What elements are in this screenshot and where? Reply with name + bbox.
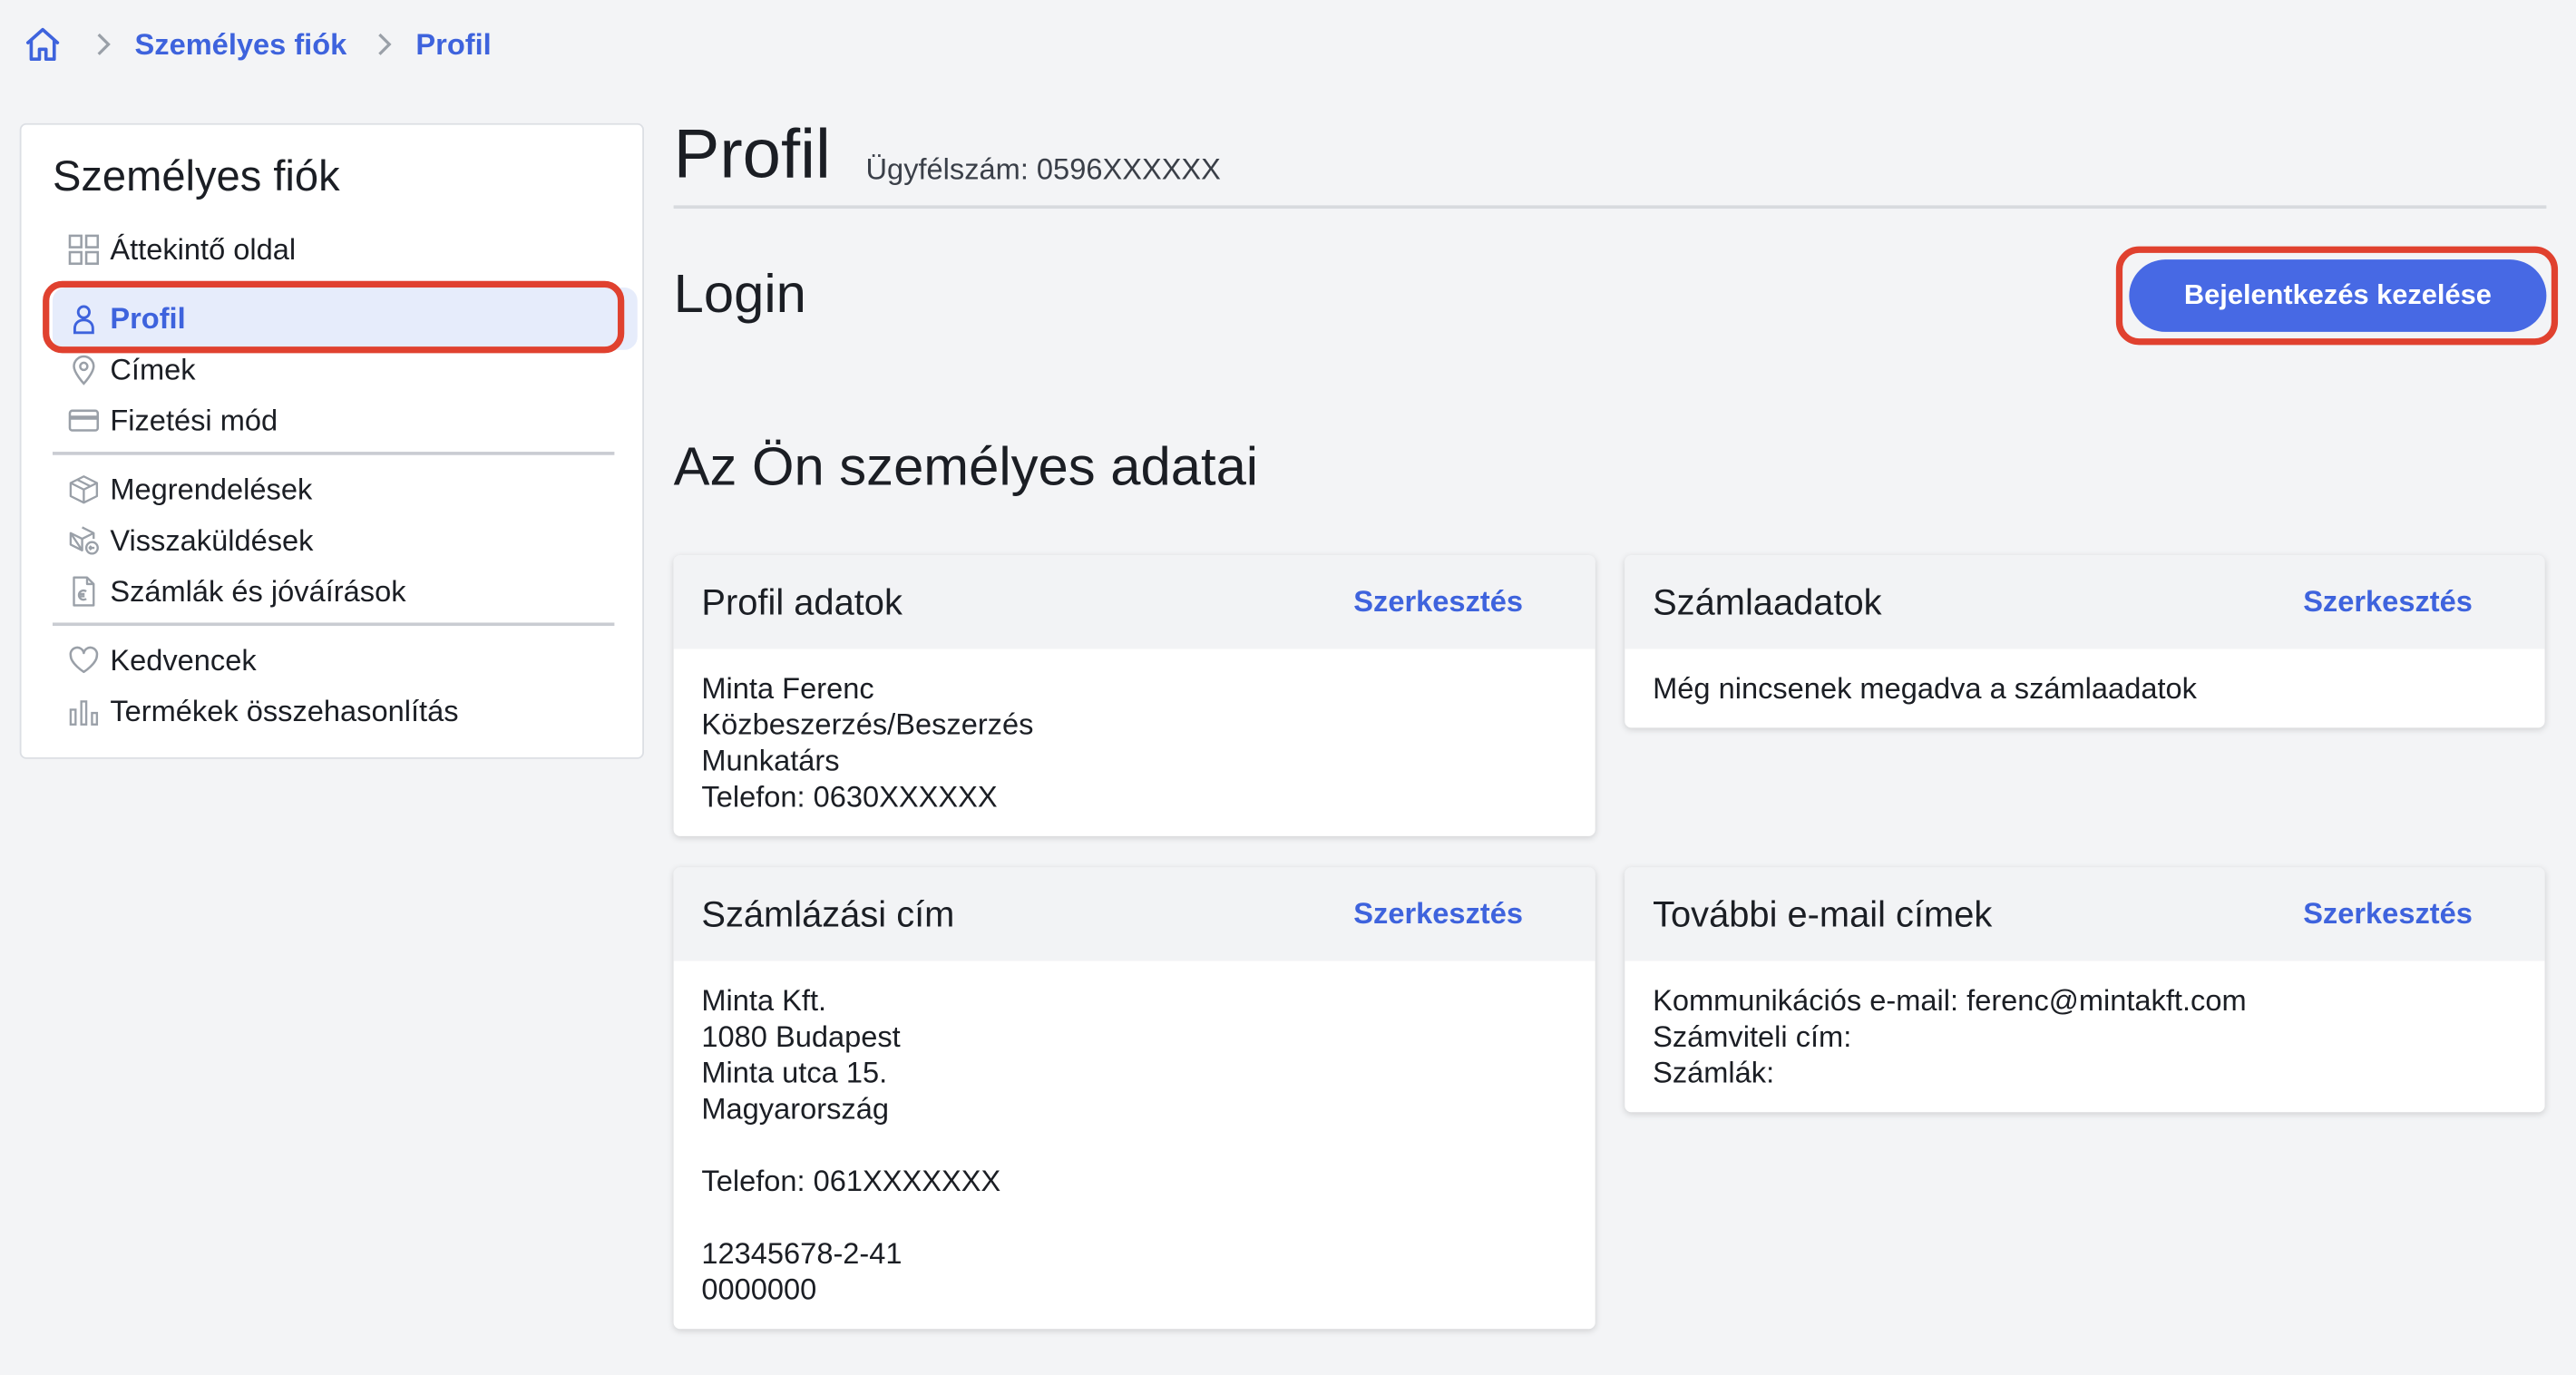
breadcrumb-item-profile[interactable]: Profil	[415, 27, 491, 62]
card-line	[701, 1199, 1567, 1235]
sidebar-item-label: Profil	[110, 301, 186, 335]
sidebar-item-favourites[interactable]: Kedvencek	[65, 639, 257, 682]
sidebar-divider	[52, 452, 615, 455]
card-body: Még nincsenek megadva a számlaadatok	[1625, 648, 2544, 723]
card-body: Minta Ferenc Közbeszerzés/Beszerzés Munk…	[674, 648, 1595, 831]
card-line: 1080 Budapest	[701, 1019, 901, 1053]
sidebar-item-addresses[interactable]: Címek	[65, 348, 196, 391]
breadcrumb-item-account[interactable]: Személyes fiók	[135, 27, 347, 62]
map-pin-icon	[65, 352, 102, 388]
customer-number: Ügyfélszám: 0596XXXXXX	[865, 152, 1221, 186]
card-line: Számviteli cím:	[1653, 1019, 1852, 1053]
sidebar-item-label: Termékek összehasonlítás	[110, 694, 459, 727]
card-line: Telefon: 0630XXXXXX	[701, 780, 998, 814]
card-line: Minta Kft.	[701, 983, 827, 1018]
credit-card-icon	[65, 403, 102, 439]
card-line: 12345678-2-41	[701, 1236, 903, 1271]
sidebar-item-compare[interactable]: Termékek összehasonlítás	[65, 690, 459, 733]
card-header: Profil adatok Szerkesztés	[673, 555, 1595, 649]
page-title: Profil	[673, 114, 831, 192]
additional-emails-card: További e-mail címek Szerkesztés Kommuni…	[1625, 867, 2545, 1113]
sidebar-divider	[52, 622, 615, 627]
sidebar-item-label: Fizetési mód	[110, 403, 278, 436]
heart-icon	[65, 642, 102, 678]
card-title: Profil adatok	[701, 580, 903, 622]
bar-chart-icon	[65, 693, 102, 729]
card-line: 0000000	[701, 1273, 817, 1306]
card-header: Számlázási cím Szerkesztés	[673, 867, 1595, 961]
card-line: Munkatárs	[701, 744, 840, 777]
edit-link[interactable]: Szerkesztés	[1353, 585, 1523, 619]
section-title: Az Ön személyes adatai	[673, 434, 1259, 496]
chevron-right-icon	[89, 30, 119, 60]
card-title: Számlázási cím	[701, 892, 955, 934]
edit-link[interactable]: Szerkesztés	[2303, 897, 2473, 931]
manage-login-button[interactable]: Bejelentkezés kezelése	[2129, 259, 2547, 332]
card-header: További e-mail címek Szerkesztés	[1625, 867, 2545, 961]
sidebar-item-label: Számlák és jóváírások	[110, 574, 406, 608]
sidebar-title: Személyes fiók	[52, 151, 340, 200]
account-sidebar: Személyes fiók Áttekintő oldal Profil Cí…	[19, 122, 644, 759]
edit-link[interactable]: Szerkesztés	[1353, 897, 1523, 931]
title-divider	[673, 205, 2547, 210]
sidebar-item-invoices[interactable]: Számlák és jóváírások	[65, 570, 406, 612]
chevron-right-icon	[370, 30, 400, 60]
card-line: Számlák:	[1653, 1056, 1775, 1089]
sidebar-item-label: Visszaküldések	[110, 522, 314, 557]
breadcrumb: Személyes fiók Profil	[20, 20, 492, 69]
card-body: Kommunikációs e-mail: ferenc@mintakft.co…	[1625, 961, 2544, 1107]
card-title: További e-mail címek	[1653, 892, 1993, 934]
home-icon[interactable]	[20, 22, 66, 68]
card-line: Minta utca 15.	[701, 1056, 888, 1089]
login-title: Login	[673, 262, 806, 324]
user-icon	[65, 300, 102, 336]
sidebar-item-returns[interactable]: Visszaküldések	[65, 519, 313, 561]
box-icon	[65, 472, 102, 508]
card-line: Magyarország	[701, 1092, 889, 1126]
edit-link[interactable]: Szerkesztés	[2303, 585, 2473, 619]
grid-icon	[65, 231, 102, 268]
card-line: Kommunikációs e-mail: ferenc@mintakft.co…	[1653, 983, 2247, 1018]
card-line: Még nincsenek megadva a számlaadatok	[1653, 671, 2197, 706]
sidebar-item-label: Áttekintő oldal	[110, 232, 297, 266]
sidebar-item-label: Címek	[110, 352, 196, 385]
card-body: Minta Kft. 1080 Budapest Minta utca 15. …	[674, 961, 1595, 1324]
card-line: Minta Ferenc	[701, 671, 874, 706]
profile-data-card: Profil adatok Szerkesztés Minta Ferenc K…	[673, 555, 1595, 836]
return-box-icon	[65, 522, 102, 559]
sidebar-item-label: Kedvencek	[110, 643, 257, 677]
card-line: Közbeszerzés/Beszerzés	[701, 707, 1034, 741]
sidebar-item-payment[interactable]: Fizetési mód	[65, 399, 278, 442]
card-header: Számlaadatok Szerkesztés	[1625, 555, 2545, 649]
invoice-icon	[65, 573, 102, 609]
card-title: Számlaadatok	[1653, 580, 1882, 622]
card-line: Telefon: 061XXXXXXX	[701, 1165, 1001, 1198]
sidebar-item-profile[interactable]: Profil	[52, 287, 638, 350]
billing-address-card: Számlázási cím Szerkesztés Minta Kft. 10…	[673, 867, 1595, 1330]
sidebar-item-label: Megrendelések	[110, 472, 313, 505]
card-line	[701, 1127, 1567, 1164]
sidebar-item-orders[interactable]: Megrendelések	[65, 468, 312, 511]
billing-data-card: Számlaadatok Szerkesztés Még nincsenek m…	[1625, 555, 2545, 728]
sidebar-item-overview[interactable]: Áttekintő oldal	[65, 229, 296, 271]
